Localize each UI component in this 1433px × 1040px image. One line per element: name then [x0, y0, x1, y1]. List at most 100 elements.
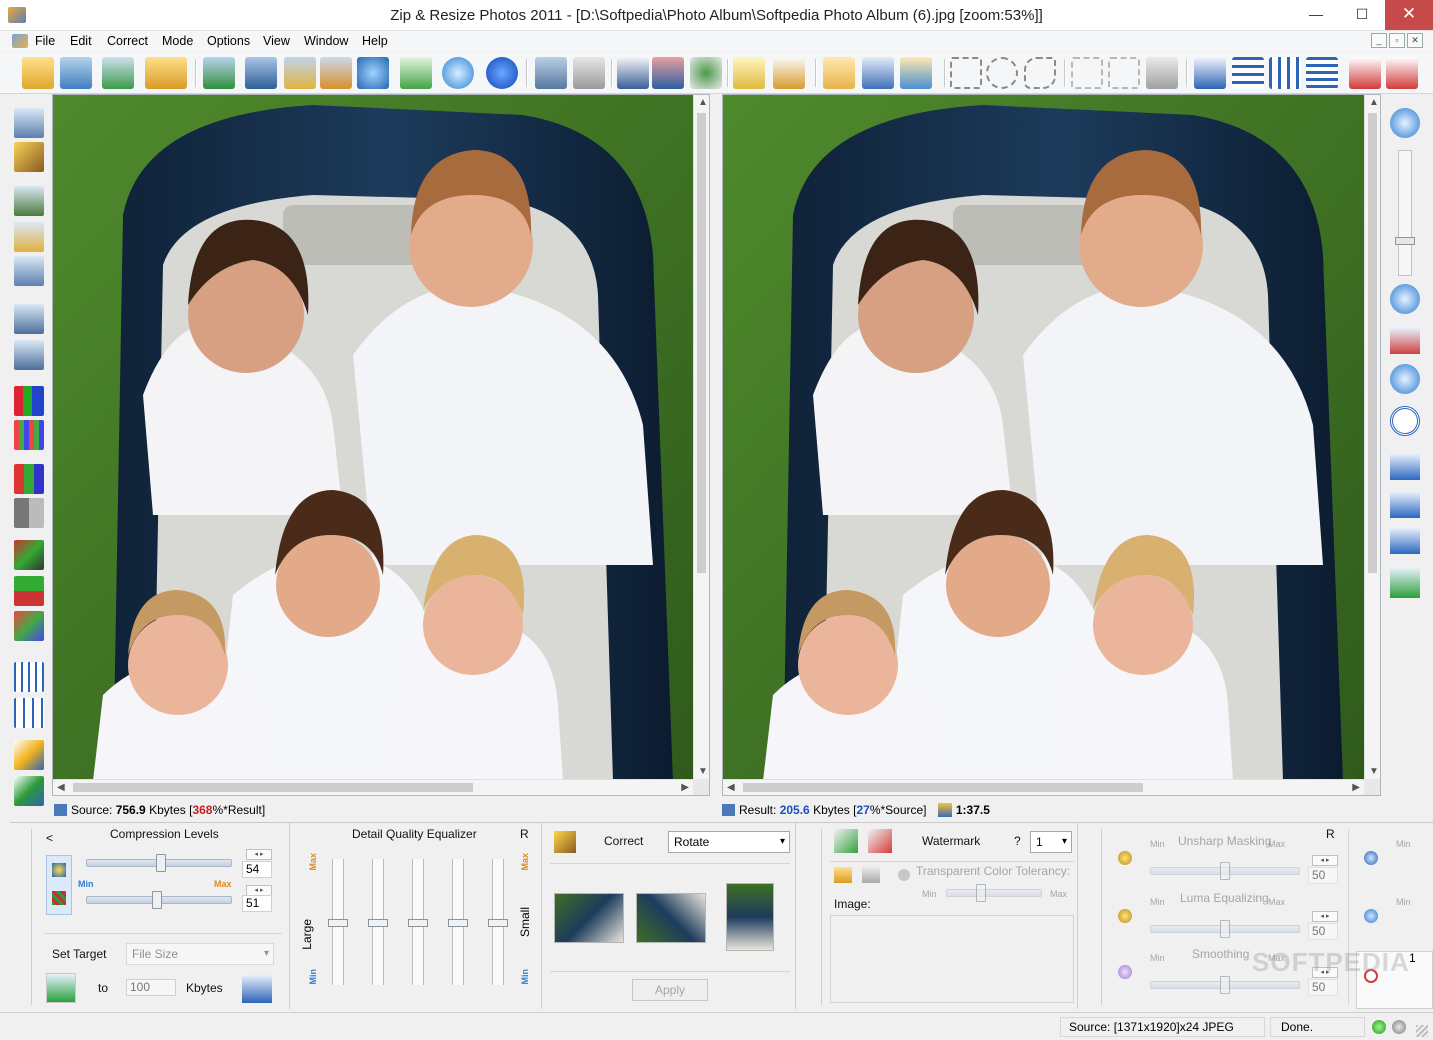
menu-edit[interactable]: Edit [70, 34, 92, 48]
zoom-slider-thumb[interactable] [1395, 237, 1415, 245]
smoothing-slider-thumb[interactable] [1220, 976, 1230, 994]
menu-options[interactable]: Options [207, 34, 250, 48]
new-window-icon[interactable] [1349, 57, 1381, 89]
edit-note-icon[interactable] [733, 57, 765, 89]
compression-slider-2-thumb[interactable] [152, 891, 162, 909]
watermark-select[interactable]: 1 ▾ [1030, 831, 1072, 853]
filters-reset-button[interactable]: R [1326, 827, 1335, 841]
tile-vertical-icon[interactable] [1269, 57, 1301, 89]
rotate-left-thumbnail[interactable] [554, 893, 624, 943]
document-icon[interactable] [12, 34, 28, 48]
menu-mode[interactable]: Mode [162, 34, 193, 48]
source-vertical-scrollbar[interactable]: ▲ ▼ [693, 95, 709, 779]
sharpen-toggle-icon[interactable] [1364, 851, 1378, 865]
filters-grip[interactable] [1084, 829, 1102, 1005]
batch-run-icon[interactable] [60, 57, 92, 89]
lasso-select-icon[interactable] [1024, 57, 1056, 89]
invert-selection-icon[interactable] [1108, 57, 1140, 89]
eq-slider-2-knob[interactable] [368, 919, 388, 927]
right-value[interactable]: 1 [1406, 951, 1432, 968]
compression-value-1[interactable]: 54 [242, 861, 272, 878]
magic-wand-icon[interactable] [14, 142, 44, 172]
ellipse-select-icon[interactable] [986, 57, 1018, 89]
eq-slider-4-knob[interactable] [448, 919, 468, 927]
close-button[interactable]: ✕ [1385, 0, 1433, 30]
save-as-icon[interactable] [284, 57, 316, 89]
rotate-180-thumbnail[interactable] [636, 893, 706, 943]
open-folder-icon[interactable] [22, 57, 54, 89]
menu-view[interactable]: View [263, 34, 290, 48]
source-view-icon[interactable] [14, 108, 44, 138]
help-icon[interactable] [486, 57, 518, 89]
target-settings-icon[interactable] [242, 975, 272, 1003]
color-balance-icon[interactable] [14, 540, 44, 570]
menu-help[interactable]: Help [362, 34, 388, 48]
rgb-bars-icon[interactable] [14, 464, 44, 494]
unsharp-toggle-icon[interactable] [1118, 851, 1132, 865]
open-recent-icon[interactable] [145, 57, 187, 89]
smoothing-value[interactable]: 50 [1308, 979, 1338, 996]
luma-value[interactable]: 50 [1308, 923, 1338, 940]
compare-view-icon[interactable] [535, 57, 567, 89]
watermark-image-box[interactable] [830, 915, 1074, 1003]
brightness-icon[interactable] [14, 611, 44, 641]
compare-tool-icon[interactable] [14, 304, 44, 334]
compression-value-2[interactable]: 51 [242, 895, 272, 912]
select-arrow-icon[interactable] [862, 57, 894, 89]
sync-views-icon[interactable] [1390, 568, 1420, 598]
levels-icon[interactable] [14, 662, 44, 692]
eq-slider-5[interactable] [488, 859, 508, 985]
open-image-icon[interactable] [834, 867, 852, 883]
apply-button[interactable]: Apply [632, 979, 708, 1001]
watermark-grip[interactable] [804, 829, 822, 1005]
smoothing-toggle-icon[interactable] [1118, 965, 1132, 979]
edit-text-icon[interactable] [773, 57, 805, 89]
batch-run-folder-icon[interactable] [102, 57, 134, 89]
eq-slider-4[interactable] [448, 859, 468, 985]
minimize-button[interactable]: — [1293, 0, 1339, 30]
export-icon[interactable] [320, 57, 352, 89]
target-type-select[interactable]: File Size ▾ [126, 943, 274, 965]
menu-window[interactable]: Window [304, 34, 348, 48]
eq-slider-3-knob[interactable] [408, 919, 428, 927]
add-watermark-icon[interactable] [834, 829, 858, 853]
result-photo[interactable] [723, 95, 1364, 779]
preview-tool-icon[interactable] [14, 256, 44, 286]
process-icon[interactable] [203, 57, 235, 89]
hand-pan-icon[interactable] [823, 57, 855, 89]
hand-grab-icon[interactable] [900, 57, 932, 89]
save-icon[interactable] [245, 57, 277, 89]
auto-levels-icon[interactable] [14, 740, 44, 770]
info-icon[interactable] [442, 57, 474, 89]
mdi-close-button[interactable]: ✕ [1407, 33, 1423, 48]
result-vertical-scrollbar[interactable]: ▲ ▼ [1364, 95, 1380, 779]
email-icon[interactable] [400, 57, 432, 89]
zoom-slider[interactable] [1395, 150, 1415, 276]
eq-slider-1[interactable] [328, 859, 348, 985]
eq-slider-3[interactable] [408, 859, 428, 985]
resize-grip-icon[interactable] [1416, 1025, 1428, 1037]
curves-icon[interactable] [14, 698, 44, 728]
resize-icon[interactable] [652, 57, 684, 89]
tolerance-slider-thumb[interactable] [976, 884, 986, 902]
lock-tool-icon[interactable] [14, 222, 44, 252]
close-window-icon[interactable] [1386, 57, 1418, 89]
color-picker-dot[interactable] [898, 869, 910, 881]
eq-slider-2[interactable] [368, 859, 388, 985]
resize-tool-icon[interactable] [14, 186, 44, 216]
slider1-spin[interactable]: ◂ ▸ [246, 849, 272, 860]
correct-action-select[interactable]: Rotate ▾ [668, 831, 790, 853]
zoom-out-icon[interactable] [1390, 284, 1420, 314]
clear-selection-icon[interactable] [1071, 57, 1103, 89]
rotate-right-thumbnail[interactable] [726, 883, 774, 951]
eq-slider-5-knob[interactable] [488, 919, 508, 927]
luma-toggle-icon[interactable] [1118, 909, 1132, 923]
compression-collapse-button[interactable]: < [46, 831, 53, 845]
luma-spin[interactable]: ◂ ▸ [1312, 911, 1338, 922]
contrast-icon[interactable] [14, 576, 44, 606]
view-top-icon[interactable] [1390, 492, 1420, 518]
red-eye-icon[interactable] [690, 57, 722, 89]
color-grid-icon[interactable] [14, 420, 44, 450]
tile-horizontal-icon[interactable] [1232, 57, 1264, 89]
image-preview-icon[interactable] [862, 867, 880, 883]
